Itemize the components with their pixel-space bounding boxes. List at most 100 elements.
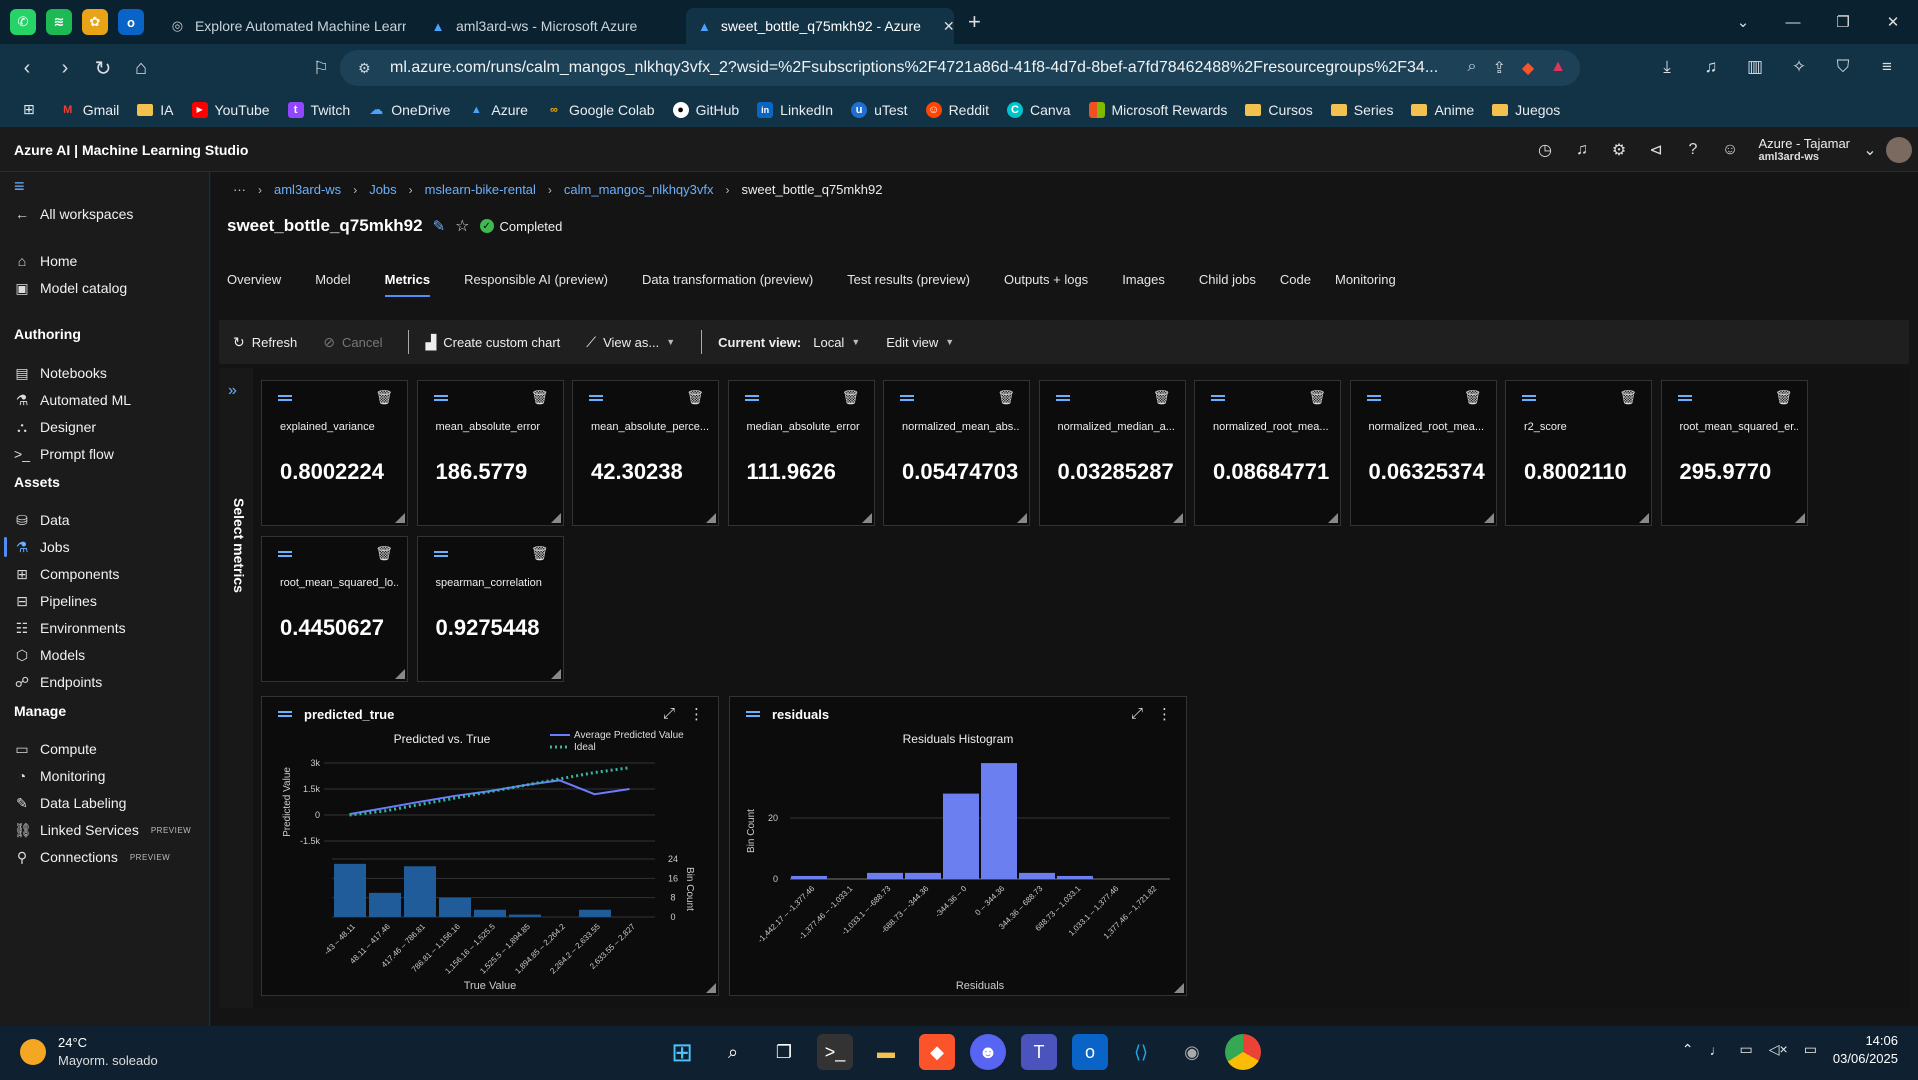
trash-icon[interactable]: 🗑 bbox=[375, 389, 393, 406]
spotify-icon[interactable]: ≋ bbox=[46, 9, 72, 35]
browser-tab-automl[interactable]: ◎ Explore Automated Machine Learnin bbox=[158, 8, 418, 44]
breadcrumb-parent-job[interactable]: calm_mangos_nlkhqy3vfx bbox=[564, 182, 714, 197]
download-icon[interactable]: ⤓ bbox=[1652, 52, 1682, 82]
brave-shield-icon[interactable]: ◆ bbox=[1522, 58, 1534, 78]
resize-handle[interactable] bbox=[1483, 513, 1494, 523]
tab-code[interactable]: Code bbox=[1280, 266, 1311, 293]
more-options-icon[interactable]: ⋮ bbox=[1157, 705, 1172, 723]
bookmark-rewards[interactable]: Microsoft Rewards bbox=[1080, 95, 1237, 125]
resize-handle[interactable] bbox=[1328, 513, 1338, 523]
weather-widget[interactable]: 24°C Mayorm. soleado bbox=[20, 1034, 158, 1069]
resize-handle[interactable] bbox=[1017, 513, 1027, 523]
teams-icon[interactable]: T bbox=[1021, 1034, 1057, 1070]
drag-handle-icon[interactable] bbox=[589, 395, 603, 401]
forward-button[interactable]: › bbox=[48, 51, 82, 85]
tab-responsible-ai[interactable]: Responsible AI (preview) bbox=[464, 266, 608, 293]
resize-handle[interactable] bbox=[861, 513, 872, 523]
bookmark-utest[interactable]: u uTest bbox=[842, 95, 916, 125]
bookmark-linkedin[interactable]: in LinkedIn bbox=[748, 95, 842, 125]
close-window-button[interactable]: ✕ bbox=[1868, 0, 1918, 44]
current-view-dropdown[interactable]: Local ▼ bbox=[813, 335, 860, 350]
drag-handle-icon[interactable] bbox=[278, 551, 292, 557]
avatar[interactable] bbox=[1886, 137, 1912, 163]
nav-connections[interactable]: ⚲ Connections PREVIEW bbox=[14, 845, 170, 869]
resize-handle[interactable] bbox=[1794, 513, 1805, 523]
battery-icon[interactable]: ▭ bbox=[1804, 1041, 1817, 1058]
back-button[interactable]: ‹ bbox=[10, 51, 44, 85]
resize-handle[interactable] bbox=[706, 983, 716, 993]
tab-metrics[interactable]: Metrics bbox=[384, 266, 430, 297]
drag-handle-icon[interactable] bbox=[1055, 395, 1070, 401]
microphone-icon[interactable]: ♩ bbox=[1710, 1042, 1724, 1058]
help-icon[interactable]: ? bbox=[1674, 128, 1711, 172]
feedback-smiley-icon[interactable]: ☺ bbox=[1711, 128, 1748, 172]
tab-monitoring[interactable]: Monitoring bbox=[1335, 266, 1396, 293]
sidebar-icon[interactable]: ▥ bbox=[1740, 52, 1770, 82]
vpn-icon[interactable]: ⛉ bbox=[1828, 52, 1858, 82]
trash-icon[interactable]: 🗑 bbox=[997, 389, 1015, 406]
drag-handle-icon[interactable] bbox=[744, 395, 759, 401]
resize-handle[interactable] bbox=[550, 513, 561, 523]
url-field[interactable]: ⚙ ml.azure.com/runs/calm_mangos_nlkhqy3v… bbox=[340, 50, 1580, 86]
resize-handle[interactable] bbox=[395, 669, 405, 679]
nav-prompt-flow[interactable]: >_ Prompt flow bbox=[14, 442, 114, 466]
terminal-icon[interactable]: >_ bbox=[817, 1034, 853, 1070]
bookmark-twitch[interactable]: t Twitch bbox=[279, 95, 360, 125]
breadcrumb-workspace[interactable]: aml3ard-ws bbox=[274, 182, 341, 197]
leo-ai-icon[interactable]: ✧ bbox=[1784, 52, 1814, 82]
trash-icon[interactable]: 🗑 bbox=[1308, 389, 1326, 406]
chrome-icon[interactable] bbox=[1225, 1034, 1261, 1070]
close-tab-icon[interactable]: ✕ bbox=[943, 18, 955, 35]
resize-handle[interactable] bbox=[1174, 983, 1184, 993]
bookmark-series[interactable]: Series bbox=[1322, 95, 1403, 125]
outlook-icon[interactable]: o bbox=[118, 9, 144, 35]
nav-monitoring[interactable]: ◔ Monitoring bbox=[14, 764, 106, 788]
clock-icon[interactable]: ◷ bbox=[1526, 128, 1563, 172]
nav-models[interactable]: ⬡ Models bbox=[14, 643, 85, 667]
discord-icon[interactable]: ☻ bbox=[970, 1034, 1006, 1070]
pinned-app-icon[interactable]: ✿ bbox=[82, 9, 108, 35]
nav-notebooks[interactable]: ▤ Notebooks bbox=[14, 361, 107, 385]
app-title[interactable]: Azure AI | Machine Learning Studio bbox=[0, 142, 248, 158]
nav-pipelines[interactable]: ⊟ Pipelines bbox=[14, 589, 97, 613]
edit-view-dropdown[interactable]: Edit view ▼ bbox=[886, 335, 954, 350]
nav-automated-ml[interactable]: ⚗ Automated ML bbox=[14, 388, 131, 412]
nav-endpoints[interactable]: ☍ Endpoints bbox=[14, 670, 102, 694]
task-view-icon[interactable]: ❐ bbox=[766, 1034, 802, 1070]
bookmark-onedrive[interactable]: ☁ OneDrive bbox=[359, 95, 459, 125]
system-clock[interactable]: 14:06 03/06/2025 bbox=[1833, 1032, 1898, 1067]
tab-child-jobs[interactable]: Child jobs bbox=[1199, 266, 1256, 293]
account-switcher[interactable]: Azure - Tajamar aml3ard-ws bbox=[1748, 136, 1860, 165]
expand-icon[interactable]: ⤢ bbox=[1131, 705, 1143, 723]
bookmark-anime[interactable]: Anime bbox=[1402, 95, 1483, 125]
windows-start-icon[interactable]: ⊞ bbox=[664, 1034, 700, 1070]
trash-icon[interactable]: 🗑 bbox=[375, 545, 393, 562]
chevron-up-icon[interactable]: ⌃ bbox=[1682, 1041, 1694, 1058]
create-custom-chart-button[interactable]: ▟ Create custom chart bbox=[425, 334, 560, 351]
bookmark-colab[interactable]: ∞ Google Colab bbox=[537, 95, 664, 125]
star-icon[interactable]: ☆ bbox=[455, 216, 469, 236]
bookmark-gmail[interactable]: M Gmail bbox=[51, 95, 129, 125]
new-tab-button[interactable]: + bbox=[968, 9, 981, 35]
breadcrumb-overflow[interactable]: ··· bbox=[233, 182, 246, 197]
more-options-icon[interactable]: ⋮ bbox=[689, 705, 704, 723]
browser-tab-job[interactable]: ▲ sweet_bottle_q75mkh92 - Azure ✕ bbox=[686, 8, 955, 44]
resize-handle[interactable] bbox=[550, 669, 561, 679]
bookmark-juegos[interactable]: Juegos bbox=[1483, 95, 1569, 125]
nav-jobs[interactable]: ⚗ Jobs bbox=[14, 535, 70, 559]
trash-icon[interactable]: 🗑 bbox=[1153, 389, 1171, 406]
expand-icon[interactable]: ⤢ bbox=[663, 705, 675, 723]
chevron-down-icon[interactable]: ⌄ bbox=[1860, 128, 1880, 172]
trash-icon[interactable]: 🗑 bbox=[531, 545, 549, 562]
search-icon[interactable]: ⌕ bbox=[715, 1034, 751, 1070]
trash-icon[interactable]: 🗑 bbox=[686, 389, 704, 406]
drag-handle-icon[interactable] bbox=[900, 395, 914, 401]
nav-components[interactable]: ⊞ Components bbox=[14, 562, 119, 586]
reload-button[interactable]: ↻ bbox=[86, 51, 120, 85]
tab-data-transformation[interactable]: Data transformation (preview) bbox=[642, 266, 813, 293]
bookmark-canva[interactable]: C Canva bbox=[998, 95, 1079, 125]
expand-panel-icon[interactable]: » bbox=[228, 382, 237, 400]
apps-grid-icon[interactable]: ⊞ bbox=[14, 95, 51, 125]
drag-handle-icon[interactable] bbox=[1211, 395, 1225, 401]
tab-outputs-logs[interactable]: Outputs + logs bbox=[1004, 266, 1088, 293]
